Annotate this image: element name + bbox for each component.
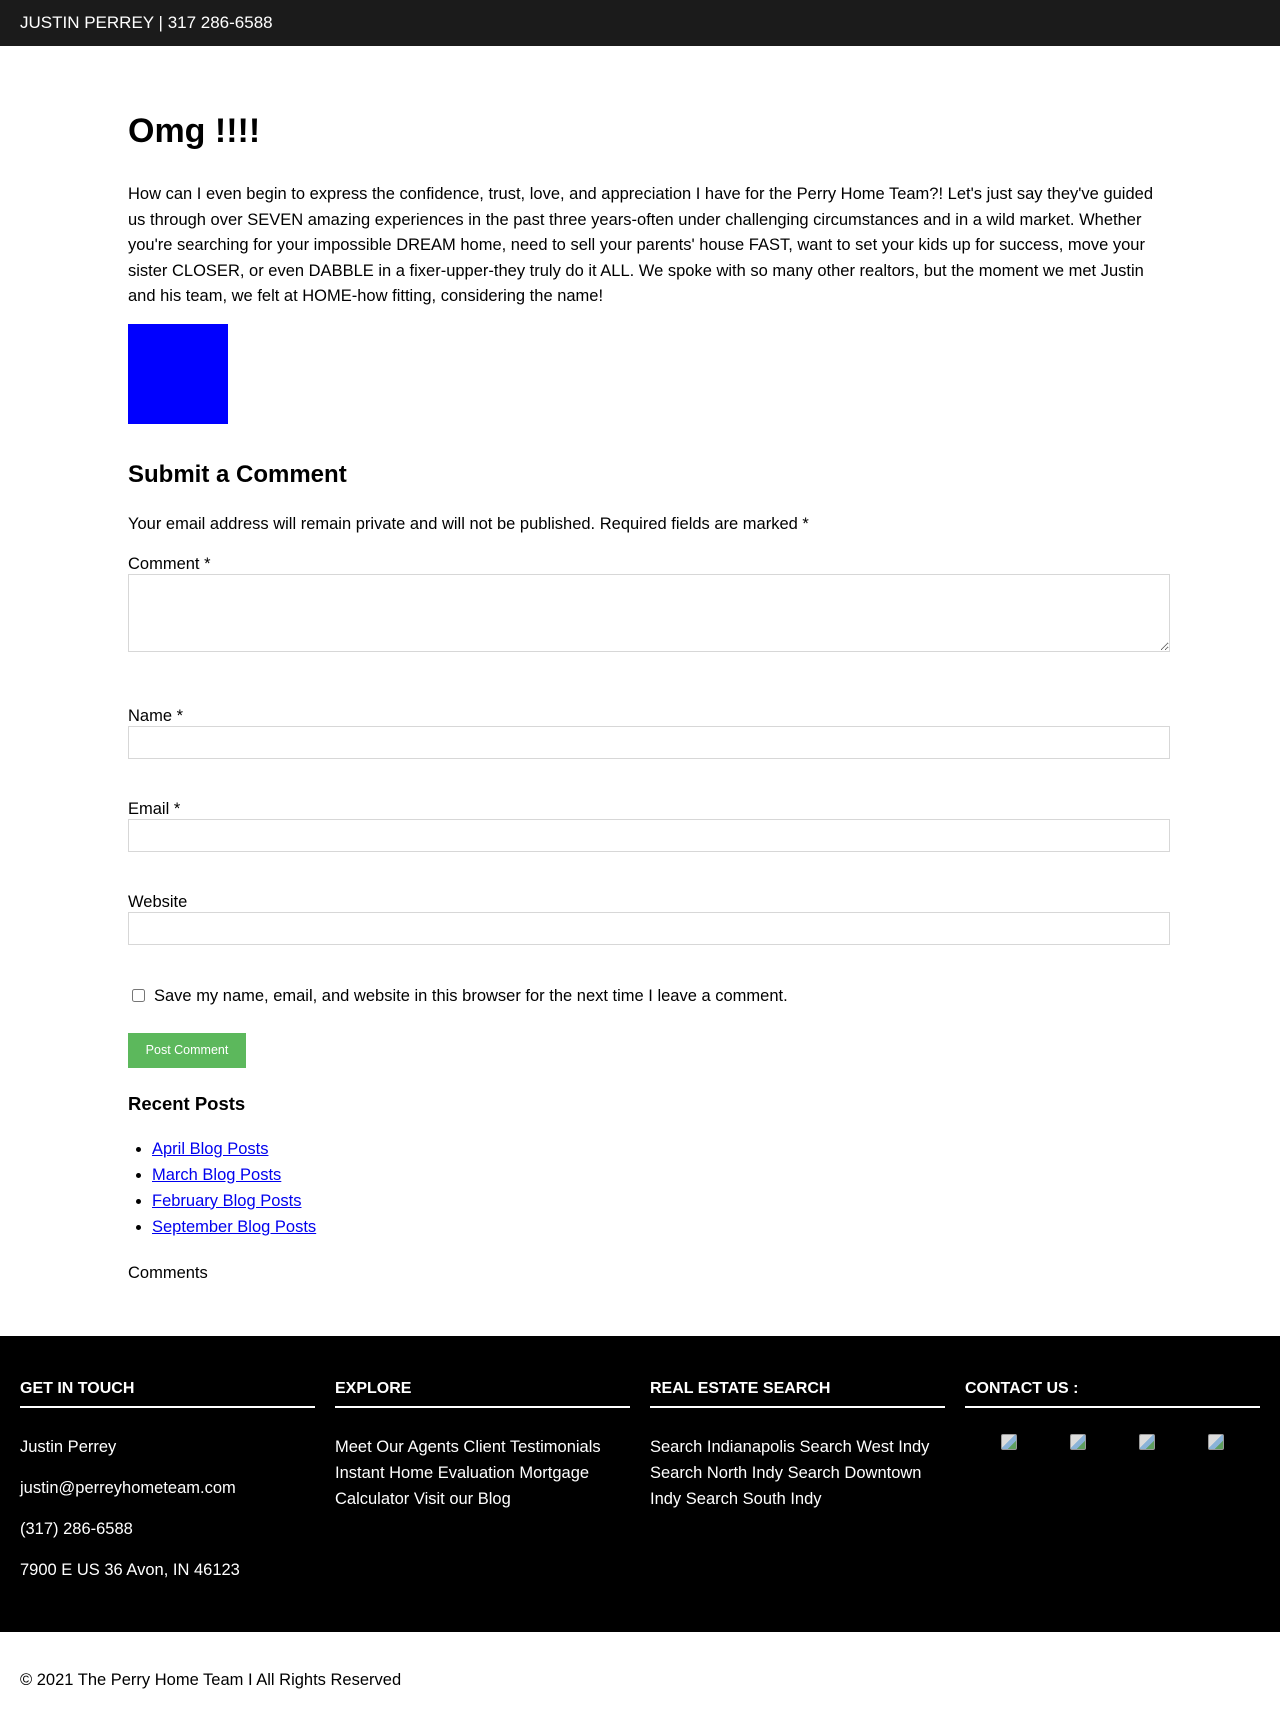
- footer-contact-name: Justin Perrey: [20, 1438, 117, 1456]
- recent-post-link[interactable]: September Blog Posts: [152, 1218, 316, 1236]
- social-links: [965, 1434, 1260, 1450]
- copyright: © 2021 The Perry Home Team I All Rights …: [20, 1671, 402, 1689]
- recent-post-link[interactable]: April Blog Posts: [152, 1140, 268, 1158]
- website-input[interactable]: [128, 911, 1170, 945]
- recent-post-link[interactable]: February Blog Posts: [152, 1192, 301, 1210]
- recent-posts-list: April Blog Posts March Blog Posts Februa…: [128, 1136, 1170, 1240]
- footer-contact-address: 7900 E US 36 Avon, IN 46123: [20, 1561, 240, 1579]
- footer-heading: CONTACT US :: [965, 1378, 1260, 1408]
- recent-post-link[interactable]: March Blog Posts: [152, 1166, 281, 1184]
- main-content: Omg !!!! How can I even begin to express…: [128, 108, 1170, 1284]
- recent-posts: Recent Posts April Blog Posts March Blog…: [128, 1092, 1170, 1284]
- footer-heading: GET IN TOUCH: [20, 1378, 315, 1408]
- comment-label: Comment *: [128, 554, 211, 573]
- broken-image-icon[interactable]: [1207, 1434, 1224, 1450]
- save-info-checkbox[interactable]: [132, 989, 145, 1002]
- footer-contact-email[interactable]: justin@perreyhometeam.com: [20, 1475, 315, 1501]
- email-label: Email *: [128, 799, 181, 818]
- list-item: February Blog Posts: [152, 1188, 1170, 1214]
- name-input[interactable]: [128, 725, 1170, 759]
- broken-image-icon[interactable]: [1138, 1434, 1155, 1450]
- footer-heading: REAL ESTATE SEARCH: [650, 1378, 945, 1408]
- comment-form-note: Your email address will remain private a…: [128, 514, 809, 533]
- broken-image-icon[interactable]: [1001, 1434, 1018, 1450]
- footer-explore: EXPLORE Meet Our Agents Client Testimoni…: [335, 1378, 630, 1512]
- post-image: [128, 323, 228, 424]
- website-label: Website: [128, 892, 188, 911]
- footer-explore-links[interactable]: Meet Our Agents Client Testimonials Inst…: [335, 1434, 630, 1512]
- save-info-row: Save my name, email, and website in this…: [128, 985, 1170, 1007]
- top-bar-contact: JUSTIN PERREY | 317 286-6588: [20, 13, 273, 32]
- footer-real-estate-search: REAL ESTATE SEARCH Search Indianapolis S…: [650, 1378, 945, 1512]
- site-footer: GET IN TOUCH Justin Perrey justin@perrey…: [0, 1336, 1280, 1632]
- list-item: April Blog Posts: [152, 1136, 1170, 1162]
- top-bar: JUSTIN PERREY | 317 286-6588: [0, 0, 1280, 46]
- comments-label: Comments: [128, 1263, 208, 1282]
- footer-heading: EXPLORE: [335, 1378, 630, 1408]
- broken-image-icon[interactable]: [1070, 1434, 1087, 1450]
- footer-contact-phone[interactable]: (317) 286-6588: [20, 1516, 315, 1542]
- recent-posts-title: Recent Posts: [128, 1092, 246, 1114]
- footer-get-in-touch: GET IN TOUCH Justin Perrey justin@perrey…: [20, 1378, 315, 1598]
- post-body: How can I even begin to express the conf…: [128, 185, 1153, 305]
- name-label: Name *: [128, 706, 184, 725]
- comment-form-title: Submit a Comment: [128, 460, 347, 488]
- footer-contact-us: CONTACT US :: [965, 1378, 1260, 1450]
- list-item: March Blog Posts: [152, 1162, 1170, 1188]
- save-info-label: Save my name, email, and website in this…: [154, 986, 788, 1005]
- footer-search-links[interactable]: Search Indianapolis Search West Indy Sea…: [650, 1434, 945, 1512]
- comment-form: Submit a Comment Your email address will…: [128, 460, 1170, 1068]
- post-comment-button[interactable]: Post Comment: [128, 1032, 246, 1068]
- comment-textarea[interactable]: [128, 573, 1170, 652]
- post-title: Omg !!!!: [128, 112, 261, 150]
- list-item: September Blog Posts: [152, 1214, 1170, 1240]
- email-input[interactable]: [128, 818, 1170, 852]
